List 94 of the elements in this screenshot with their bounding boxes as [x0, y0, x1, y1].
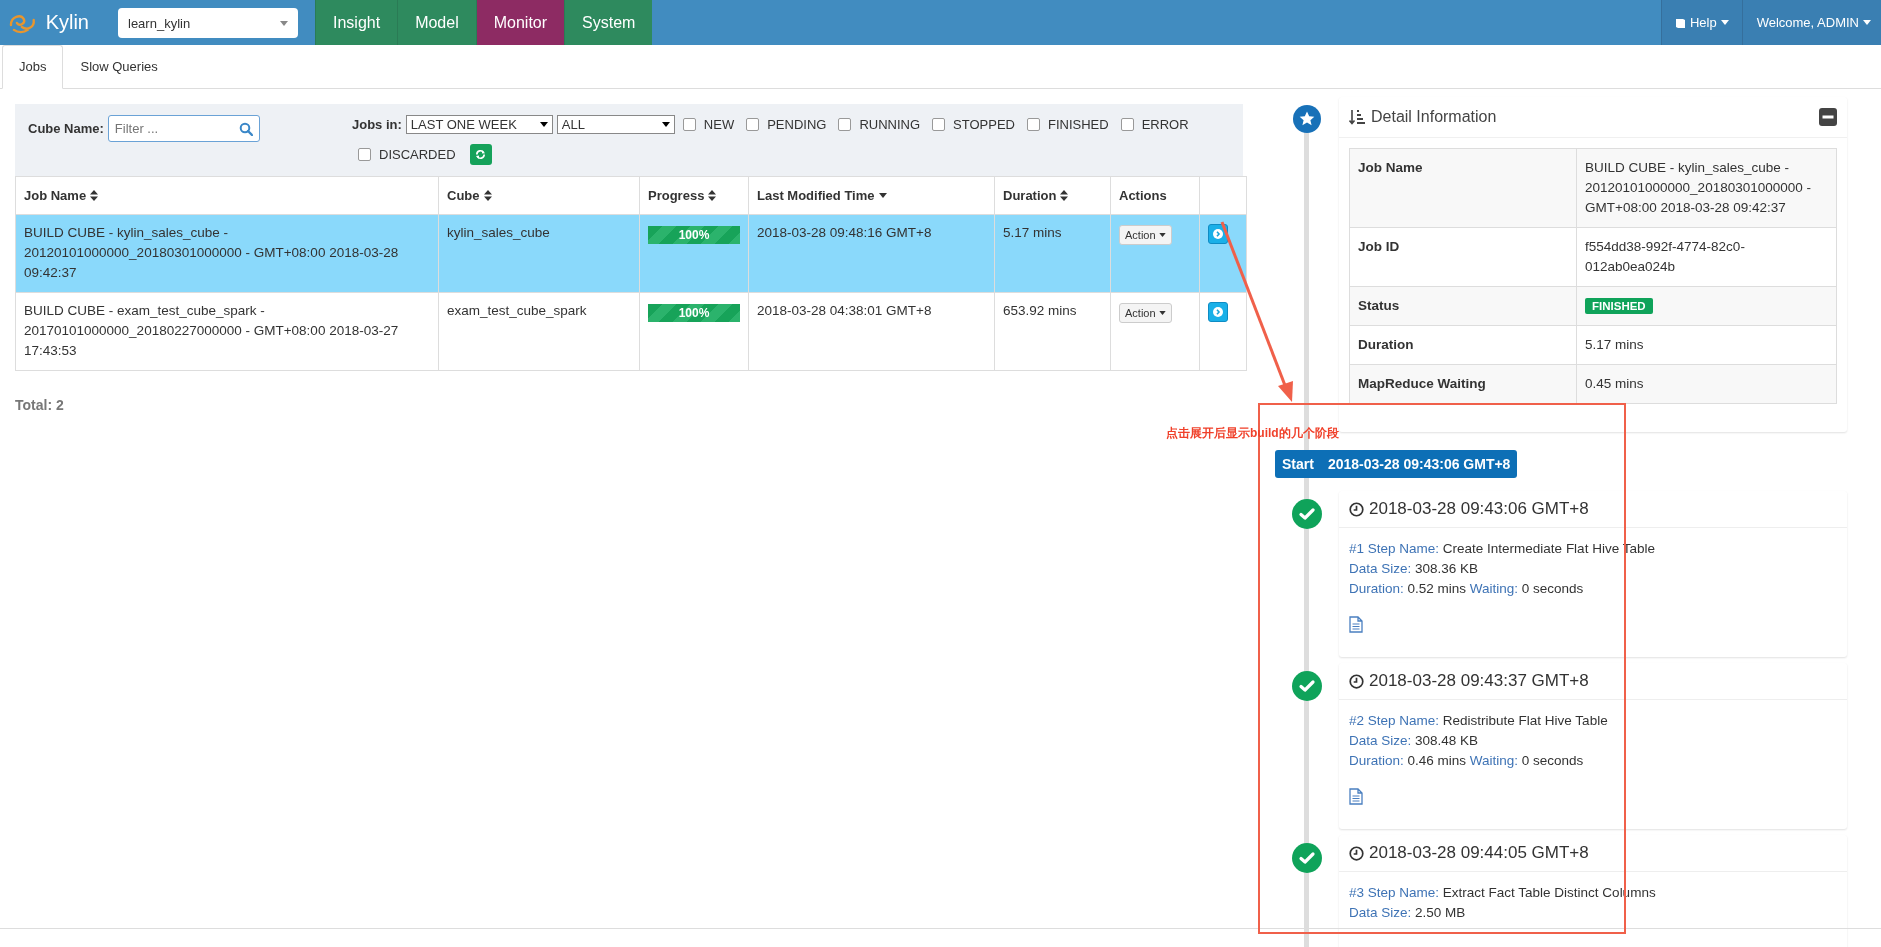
field-value: 5.17 mins	[1576, 325, 1837, 365]
caret-icon	[280, 20, 288, 26]
document-icon[interactable]	[1349, 788, 1363, 805]
checkbox[interactable]	[1027, 118, 1040, 131]
field-label: Status	[1349, 286, 1577, 326]
jobs-in-label: Jobs in:	[352, 117, 402, 132]
field-label: Duration	[1349, 325, 1577, 365]
clock-icon	[1349, 501, 1364, 517]
caret-icon	[661, 122, 670, 127]
data-size: Data Size: 2.50 MB	[1349, 904, 1467, 922]
progress-bar: 100%	[648, 304, 740, 322]
tab[interactable]: Jobs	[2, 45, 64, 89]
table-cell: BUILD CUBE - exam_test_cube_spark - 20170101000000_20180227000000 - GMT+08:00 2018-03-27 17:43:53	[15, 292, 439, 371]
action-button[interactable]: Action	[1119, 225, 1172, 245]
column-header[interactable]: Job Name	[15, 176, 439, 215]
nav-tab[interactable]: System	[564, 0, 653, 45]
check-icon	[1292, 843, 1322, 873]
total-count: Total: 2	[15, 397, 65, 413]
refresh-button[interactable]	[469, 144, 492, 165]
sort-list-icon	[1349, 109, 1365, 125]
card-title: Detail Information	[1371, 108, 1497, 126]
caret-icon	[539, 122, 548, 127]
check-icon	[1292, 499, 1322, 529]
table-cell: 653.92 mins	[994, 292, 1111, 371]
table-cell: BUILD CUBE - kylin_sales_cube - 20120101000000_20180301000000 - GMT+08:00 2018-03-28 09:42:37	[15, 214, 439, 293]
checkbox[interactable]	[682, 118, 696, 131]
status-badge: FINISHED	[1585, 298, 1653, 314]
tab[interactable]: Slow Queries	[63, 45, 175, 89]
table-cell: 2018-03-28 09:48:16 GMT+8	[748, 214, 995, 293]
caret-icon	[1158, 233, 1166, 237]
column-header[interactable]: Cube	[438, 176, 640, 215]
check-icon	[1292, 671, 1322, 701]
checkbox[interactable]	[358, 148, 371, 161]
field-value: BUILD CUBE - kylin_sales_cube - 20120101000000_20180301000000 - GMT+08:00 2018-03-28 09:42:37	[1576, 148, 1837, 228]
field-value: f554dd38-992f-4774-82c0-012ab0ea024b	[1576, 227, 1837, 287]
data-size: Data Size: 308.48 KB	[1349, 732, 1480, 750]
checkbox-label: NEW	[703, 117, 735, 132]
collapse-icon[interactable]	[1819, 108, 1837, 126]
nav-tab[interactable]: Monitor	[475, 0, 565, 45]
caret-icon	[1158, 311, 1166, 315]
step-time: 2018-03-28 09:44:05 GMT+8	[1369, 843, 1589, 863]
table-cell: 5.17 mins	[994, 214, 1111, 293]
user-menu[interactable]: Welcome, ADMIN	[1741, 0, 1881, 45]
checkbox[interactable]	[746, 118, 760, 131]
checkbox-label: ERROR	[1141, 117, 1189, 132]
project-select[interactable]: learn_kylin	[118, 8, 298, 38]
field-value: 0.45 mins	[1576, 364, 1837, 404]
action-button[interactable]: Action	[1119, 303, 1172, 323]
chevron-icon	[1213, 307, 1223, 317]
table-row[interactable]: BUILD CUBE - exam_test_cube_spark - 20170101000000_20180227000000 - GMT+08:00 2018-03-27 17:43:53 exam_test_cube_spark 100% 2018-03-28 04:38:01 GMT+8 653.92 mins Action	[15, 292, 1247, 371]
step-duration: Duration: 0.52 mins Waiting: 0 seconds	[1349, 580, 1585, 598]
checkbox-label: DISCARDED	[379, 147, 456, 162]
period-select[interactable]: LAST ONE WEEK	[405, 115, 553, 134]
clock-icon	[1349, 673, 1364, 689]
expand-button[interactable]	[1208, 302, 1228, 322]
field-label: MapReduce Waiting	[1349, 364, 1577, 404]
checkbox[interactable]	[932, 118, 946, 131]
step-time: 2018-03-28 09:43:06 GMT+8	[1369, 499, 1589, 519]
column-header[interactable]: Progress	[639, 176, 749, 215]
field-label: Job Name	[1349, 148, 1577, 228]
field-label: Job ID	[1349, 227, 1577, 287]
clock-icon	[1349, 845, 1364, 861]
refresh-icon	[475, 149, 487, 160]
checkbox-label: RUNNING	[859, 117, 921, 132]
cube-name-label: Cube Name:	[28, 121, 104, 136]
document-icon[interactable]	[1349, 616, 1363, 633]
checkbox-label: STOPPED	[953, 117, 1015, 132]
step-duration: Duration: 0.46 mins Waiting: 0 seconds	[1349, 752, 1585, 770]
table-cell: kylin_sales_cube	[438, 214, 640, 293]
search-icon	[238, 122, 253, 136]
search-field[interactable]: Filter ...	[107, 115, 260, 142]
checkbox-label: PENDING	[767, 117, 827, 132]
caret-icon	[1863, 20, 1871, 25]
column-header: Actions	[1110, 176, 1200, 215]
column-header[interactable]: Duration	[994, 176, 1111, 215]
nav-tab[interactable]: Model	[397, 0, 476, 45]
table-row[interactable]: BUILD CUBE - kylin_sales_cube - 20120101000000_20180301000000 - GMT+08:00 2018-03-28 09:42:37 kylin_sales_cube 100% 2018-03-28 09:48:16 GMT+8 5.17 mins Action	[15, 214, 1247, 293]
chevron-icon	[1213, 229, 1223, 239]
table-cell: exam_test_cube_spark	[438, 292, 640, 371]
caret-icon	[1720, 20, 1729, 25]
help-menu[interactable]: Help	[1660, 0, 1742, 45]
scope-select[interactable]: ALL	[556, 115, 675, 134]
step-name: #2 Step Name: Redistribute Flat Hive Table	[1349, 712, 1609, 730]
progress-bar: 100%	[648, 226, 740, 244]
step-time: 2018-03-28 09:43:37 GMT+8	[1369, 671, 1589, 691]
table-cell: 2018-03-28 04:38:01 GMT+8	[748, 292, 995, 371]
data-size: Data Size: 308.36 KB	[1349, 560, 1480, 578]
nav-tab[interactable]: Insight	[315, 0, 398, 45]
checkbox[interactable]	[838, 118, 852, 131]
checkbox-label: FINISHED	[1048, 117, 1109, 132]
start-badge: Start 2018-03-28 09:43:06 GMT+8	[1275, 450, 1518, 478]
brand-name: Kylin	[45, 11, 89, 34]
column-header[interactable]: Last Modified Time	[748, 176, 995, 215]
checkbox[interactable]	[1120, 118, 1134, 131]
